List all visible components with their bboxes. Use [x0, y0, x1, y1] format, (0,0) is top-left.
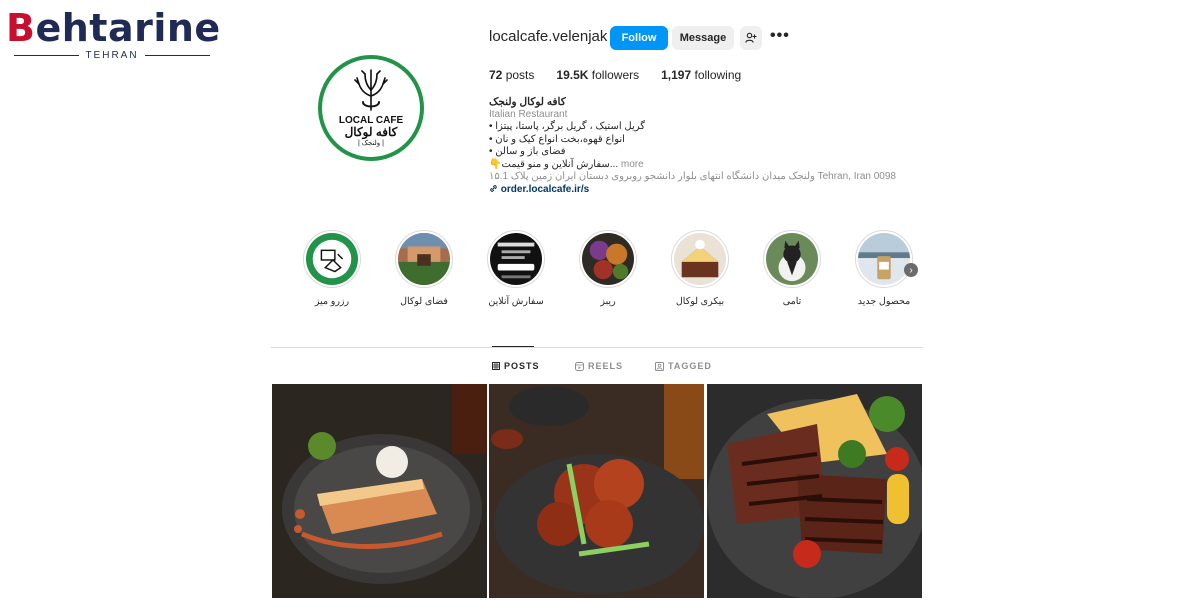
posts-count: 72 posts: [489, 68, 535, 82]
person-plus-icon: [745, 32, 757, 43]
tab-tagged[interactable]: TAGGED: [655, 361, 712, 371]
bio-address: ولنجک میدان دانشگاه انتهای بلوار دانشجو …: [489, 171, 896, 182]
highlight-item[interactable]: بیکری لوکال: [670, 230, 730, 307]
watermark-city: TEHRAN: [14, 50, 210, 61]
avatar-text-sub: | ولنجک |: [358, 139, 384, 147]
chevron-right-icon[interactable]: ›: [904, 263, 918, 277]
steak-photo: [707, 384, 922, 598]
tabs-divider: [271, 347, 923, 348]
bio-category: Italian Restaurant: [489, 108, 568, 120]
reserve-table-icon: [306, 233, 358, 285]
grid-icon: [492, 362, 500, 370]
followers-link[interactable]: 19.5K followers: [556, 68, 639, 82]
message-button[interactable]: Message: [672, 26, 734, 50]
story-highlights: رزرو میز فضای لوکال سفارش آنلاین ریبز بی…: [0, 230, 1200, 310]
profile-stats: 72 posts 19.5K followers 1,197 following: [489, 68, 763, 82]
post-thumbnail[interactable]: [707, 384, 922, 598]
tagged-icon: [655, 361, 664, 371]
bio-more-link[interactable]: more: [621, 159, 644, 170]
online-order-icon: [490, 233, 542, 285]
ribs-photo: [582, 233, 634, 285]
more-options-icon[interactable]: •••: [770, 27, 790, 45]
bio-website-link[interactable]: order.localcafe.ir/s: [489, 184, 896, 197]
avatar-text-en: LOCAL CAFE: [338, 114, 404, 126]
link-icon: [490, 184, 497, 192]
venue-photo: [398, 233, 450, 285]
bio-name: کافه لوکال ولنجک: [489, 96, 566, 108]
cat-photo: [766, 233, 818, 285]
suggest-user-button[interactable]: [740, 26, 762, 50]
profile-username: localcafe.velenjak: [489, 28, 608, 45]
bakery-photo: [674, 233, 726, 285]
tab-posts[interactable]: POSTS: [492, 361, 540, 371]
new-product-photo: [858, 233, 910, 285]
tree-logo-icon: [354, 68, 388, 111]
following-link[interactable]: 1,197 following: [661, 68, 741, 82]
tab-reels[interactable]: REELS: [575, 361, 623, 371]
highlight-item[interactable]: ریبز: [578, 230, 638, 307]
reels-icon: [575, 361, 584, 371]
watermark-logo: Behtarine TEHRAN: [6, 6, 220, 66]
profile-bio: کافه لوکال ولنجک Italian Restaurant • گر…: [489, 96, 896, 196]
bio-line: • انواع قهوه،بخت انواع کیک و نان: [489, 133, 625, 145]
avatar-text-fa: کافه لوکال: [344, 124, 398, 139]
bio-line: • فضای باز و سالن: [489, 146, 566, 157]
watermark-brand: Behtarine: [6, 6, 221, 50]
active-tab-indicator: [492, 346, 534, 347]
post-thumbnail[interactable]: [272, 384, 487, 598]
profile-avatar[interactable]: LOCAL CAFE کافه لوکال | ولنجک |: [318, 55, 424, 161]
chicken-wings-photo: [489, 384, 704, 598]
follow-button[interactable]: Follow: [610, 26, 668, 50]
highlight-item[interactable]: فضای لوکال: [394, 230, 454, 307]
lasagna-photo: [272, 384, 487, 598]
highlight-item[interactable]: سفارش آنلاین: [486, 230, 546, 307]
highlight-item[interactable]: تامی: [762, 230, 822, 307]
highlight-item[interactable]: رزرو میز: [302, 230, 362, 307]
bio-line: • گریل استیک ، گریل برگر، پاستا، پیتزا: [489, 121, 646, 132]
bio-line: 👇سفارش آنلاین و منو قیمت... more: [489, 158, 644, 170]
post-thumbnail[interactable]: [489, 384, 704, 598]
